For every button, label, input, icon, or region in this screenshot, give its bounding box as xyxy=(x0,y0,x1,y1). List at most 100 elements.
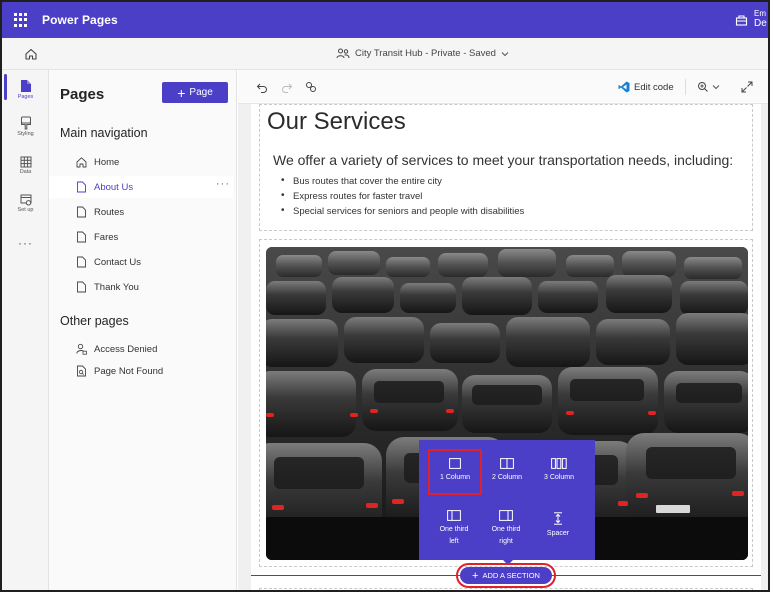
expand-icon[interactable] xyxy=(741,81,753,93)
page-icon xyxy=(77,231,86,243)
add-section-button[interactable]: + ADD A SECTION xyxy=(456,563,556,588)
page-icon xyxy=(77,181,86,193)
add-section-label: ADD A SECTION xyxy=(482,571,540,580)
page-icon xyxy=(20,80,31,92)
design-canvas: Edit code Our Services We offer a variet… xyxy=(238,70,768,590)
nav-item-page-not-found[interactable]: Page Not Found xyxy=(49,360,233,382)
app-window: Power Pages Em De City Transit Hub - Pri… xyxy=(0,0,770,592)
home-icon[interactable] xyxy=(24,47,38,61)
two-column-icon xyxy=(500,458,514,469)
main-navigation-heading: Main navigation xyxy=(60,126,148,140)
spacer-icon xyxy=(554,512,562,525)
layout-option-label: One third xyxy=(491,526,521,533)
nav-item-label: Page Not Found xyxy=(94,366,164,377)
page-icon xyxy=(77,206,86,218)
layout-option-label: 1 Column xyxy=(440,474,470,481)
nav-item-label: Routes xyxy=(94,207,125,218)
page-icon xyxy=(77,281,86,293)
other-pages-heading: Other pages xyxy=(60,314,129,328)
environment-icon[interactable] xyxy=(735,14,748,26)
rail-item-label: Set up xyxy=(17,207,34,213)
rail-item-label: Pages xyxy=(17,94,34,100)
one-third-left-icon xyxy=(447,510,461,521)
list-item: Express routes for faster travel xyxy=(281,190,524,206)
nav-item-label: Contact Us xyxy=(94,257,141,268)
one-column-icon xyxy=(449,458,461,469)
layout-option-2-column[interactable]: 2 Column xyxy=(482,458,532,484)
add-page-button[interactable]: + Page xyxy=(162,82,228,103)
app-launcher-icon[interactable] xyxy=(14,13,28,27)
nav-item-contact-us[interactable]: Contact Us xyxy=(49,251,233,273)
edit-code-button[interactable]: Edit code xyxy=(618,81,674,93)
services-list[interactable]: Bus routes that cover the entire city Ex… xyxy=(281,175,524,221)
site-bar: City Transit Hub - Private - Saved xyxy=(2,38,768,70)
layout-option-one-third-right[interactable]: One third right xyxy=(481,510,531,548)
popup-pointer xyxy=(502,559,514,565)
nav-item-routes[interactable]: Routes xyxy=(49,201,233,223)
zoom-icon[interactable] xyxy=(697,81,721,93)
layout-option-3-column[interactable]: 3 Column xyxy=(534,458,584,484)
rail-item-setup[interactable]: Set up xyxy=(2,194,49,213)
redo-icon[interactable] xyxy=(281,81,293,93)
home-icon xyxy=(76,157,87,168)
site-label: City Transit Hub - Private - Saved xyxy=(355,48,496,59)
user-info[interactable]: Em De xyxy=(754,9,767,29)
layout-option-label: One third xyxy=(439,526,469,533)
rail-item-pages[interactable]: Pages xyxy=(2,79,49,100)
site-selector[interactable]: City Transit Hub - Private - Saved xyxy=(336,48,509,59)
vscode-icon xyxy=(618,81,630,93)
layout-option-label: Spacer xyxy=(546,530,570,537)
person-lock-icon xyxy=(76,343,87,355)
rail-item-data[interactable]: Data xyxy=(2,156,49,175)
plus-icon: + xyxy=(472,569,479,582)
one-third-right-icon xyxy=(499,510,513,521)
rail-item-label: Data xyxy=(19,169,32,175)
brush-icon xyxy=(20,116,31,130)
layout-option-label: right xyxy=(499,538,513,545)
setup-icon xyxy=(20,194,31,206)
app-header: Power Pages Em De xyxy=(2,2,768,38)
nav-item-home[interactable]: Home xyxy=(49,151,233,173)
pages-panel: Pages + Page Main navigation Home About … xyxy=(49,70,237,590)
link-icon[interactable] xyxy=(305,81,317,93)
nav-item-label: About Us xyxy=(94,182,134,193)
rail-item-styling[interactable]: Styling xyxy=(2,116,49,137)
page-icon xyxy=(77,256,86,268)
user-line2: De xyxy=(754,18,767,29)
nav-item-label: Access Denied xyxy=(94,344,158,355)
edit-code-label: Edit code xyxy=(634,81,674,93)
nav-item-label: Home xyxy=(94,157,120,168)
rail-item-label: Styling xyxy=(17,131,34,137)
page-preview: Our Services We offer a variety of servi… xyxy=(251,104,761,590)
nav-item-access-denied[interactable]: Access Denied xyxy=(49,338,233,360)
undo-icon[interactable] xyxy=(256,81,268,93)
more-options-icon[interactable]: ··· xyxy=(216,178,230,190)
app-title: Power Pages xyxy=(42,13,118,27)
nav-item-fares[interactable]: Fares xyxy=(49,226,233,248)
layout-option-label: 3 Column xyxy=(544,474,574,481)
layout-option-1-column[interactable]: 1 Column xyxy=(428,449,482,495)
left-rail: Pages Styling Data Set up ··· xyxy=(2,70,49,590)
nav-item-label: Thank You xyxy=(94,282,139,293)
next-section[interactable] xyxy=(259,588,753,590)
nav-item-about-us[interactable]: About Us ··· xyxy=(49,176,233,198)
nav-item-label: Fares xyxy=(94,232,119,243)
layout-option-label: left xyxy=(449,538,459,545)
list-item: Bus routes that cover the entire city xyxy=(281,175,524,191)
section-layout-popup: 1 Column 2 Column 3 Column One third lef… xyxy=(419,440,595,560)
rail-more-button[interactable]: ··· xyxy=(2,236,49,250)
canvas-toolbar: Edit code xyxy=(238,70,768,104)
add-page-label: Page xyxy=(189,87,213,98)
layout-option-spacer[interactable]: Spacer xyxy=(533,512,583,540)
list-item: Special services for seniors and people … xyxy=(281,205,524,221)
page-heading[interactable]: Our Services xyxy=(267,108,406,136)
nav-item-thank-you[interactable]: Thank You xyxy=(49,276,233,298)
toolbar-divider xyxy=(685,79,686,95)
layout-option-one-third-left[interactable]: One third left xyxy=(429,510,479,548)
chevron-down-icon xyxy=(501,51,509,56)
page-search-icon xyxy=(77,365,86,377)
table-icon xyxy=(20,156,31,168)
pages-panel-title: Pages xyxy=(60,86,105,103)
three-column-icon xyxy=(551,458,567,469)
intro-paragraph[interactable]: We offer a variety of services to meet y… xyxy=(273,152,733,168)
